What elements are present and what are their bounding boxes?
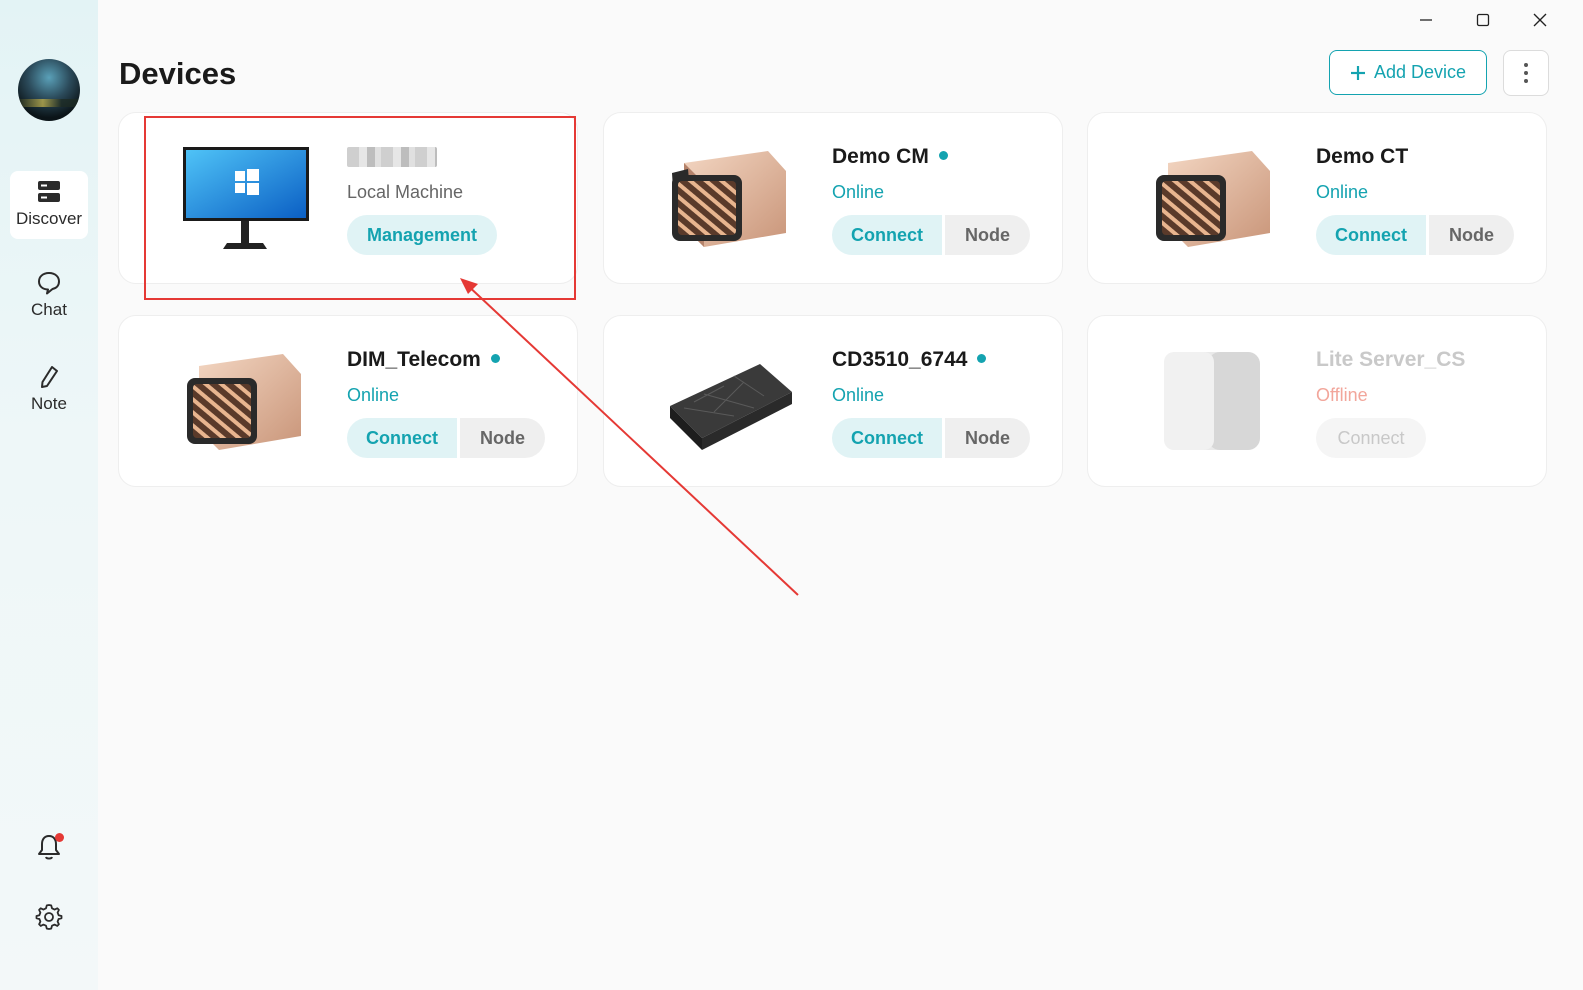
- nas-black-image: [670, 364, 792, 450]
- device-card-demo-ct[interactable]: Demo CT Online Connect Node: [1087, 112, 1547, 284]
- maximize-button[interactable]: [1469, 8, 1497, 32]
- more-options-button[interactable]: [1503, 50, 1549, 96]
- nas-gold-image: [672, 151, 786, 247]
- device-name: Demo CM: [832, 145, 948, 169]
- device-name: Lite Server_CS: [1316, 348, 1466, 371]
- page-title: Devices: [119, 56, 237, 91]
- server-icon: [38, 181, 60, 202]
- sidebar-item-discover[interactable]: Discover: [10, 171, 88, 239]
- device-name: Demo CT: [1316, 145, 1409, 168]
- chat-bubble-icon: [38, 272, 60, 295]
- sidebar-item-label: Discover: [15, 209, 83, 228]
- node-button[interactable]: Node: [945, 215, 1030, 255]
- device-card-dim-telecom[interactable]: DIM_Telecom Online Connect Node: [118, 315, 578, 487]
- device-card-lite-server[interactable]: Lite Server_CS Offline Connect: [1087, 315, 1547, 487]
- device-name: CD3510_6744: [832, 348, 987, 372]
- node-button[interactable]: Node: [945, 418, 1030, 458]
- connect-button[interactable]: Connect: [347, 418, 457, 458]
- plus-icon: [1350, 65, 1365, 80]
- add-device-button[interactable]: Add Device: [1329, 50, 1487, 95]
- sidebar-item-label: Chat: [31, 300, 67, 319]
- add-device-label: Add Device: [1373, 62, 1467, 82]
- avatar[interactable]: [18, 59, 80, 121]
- nas-gold-image: [187, 354, 301, 450]
- notification-badge: [55, 833, 64, 842]
- close-button[interactable]: [1526, 8, 1554, 32]
- device-status: Online: [832, 385, 885, 405]
- connect-button-disabled: Connect: [1316, 418, 1426, 458]
- minimize-button[interactable]: [1412, 8, 1440, 32]
- nas-gold-image: [1156, 151, 1270, 247]
- device-name: DIM_Telecom: [347, 348, 500, 372]
- device-card-cd3510[interactable]: CD3510_6744 Online Connect Node: [603, 315, 1063, 487]
- online-indicator: [977, 353, 987, 363]
- node-button[interactable]: Node: [460, 418, 545, 458]
- sidebar-item-note[interactable]: Note: [10, 362, 88, 424]
- connect-button[interactable]: Connect: [1316, 215, 1426, 255]
- online-indicator: [938, 150, 948, 160]
- device-card-demo-cm[interactable]: Demo CM Online Connect Node: [603, 112, 1063, 284]
- device-status: Online: [1316, 182, 1369, 202]
- sidebar-item-label: Note: [31, 394, 67, 413]
- device-status: Online: [832, 182, 885, 202]
- connect-button[interactable]: Connect: [832, 418, 942, 458]
- more-vertical-icon: [1524, 63, 1528, 83]
- sidebar-item-chat[interactable]: Chat: [10, 268, 88, 330]
- pen-icon: [41, 366, 58, 388]
- annotation-highlight-box: [144, 116, 576, 300]
- device-status: Offline: [1316, 385, 1368, 405]
- online-indicator: [490, 353, 500, 363]
- maximize-icon: [1476, 13, 1490, 27]
- close-icon: [1533, 13, 1547, 27]
- nas-white-image: [1164, 352, 1260, 450]
- sidebar: Discover Chat Note: [0, 0, 98, 990]
- device-status: Online: [347, 385, 400, 405]
- node-button[interactable]: Node: [1429, 215, 1514, 255]
- gear-icon[interactable]: [34, 902, 64, 932]
- connect-button[interactable]: Connect: [832, 215, 942, 255]
- minimize-icon: [1420, 19, 1432, 21]
